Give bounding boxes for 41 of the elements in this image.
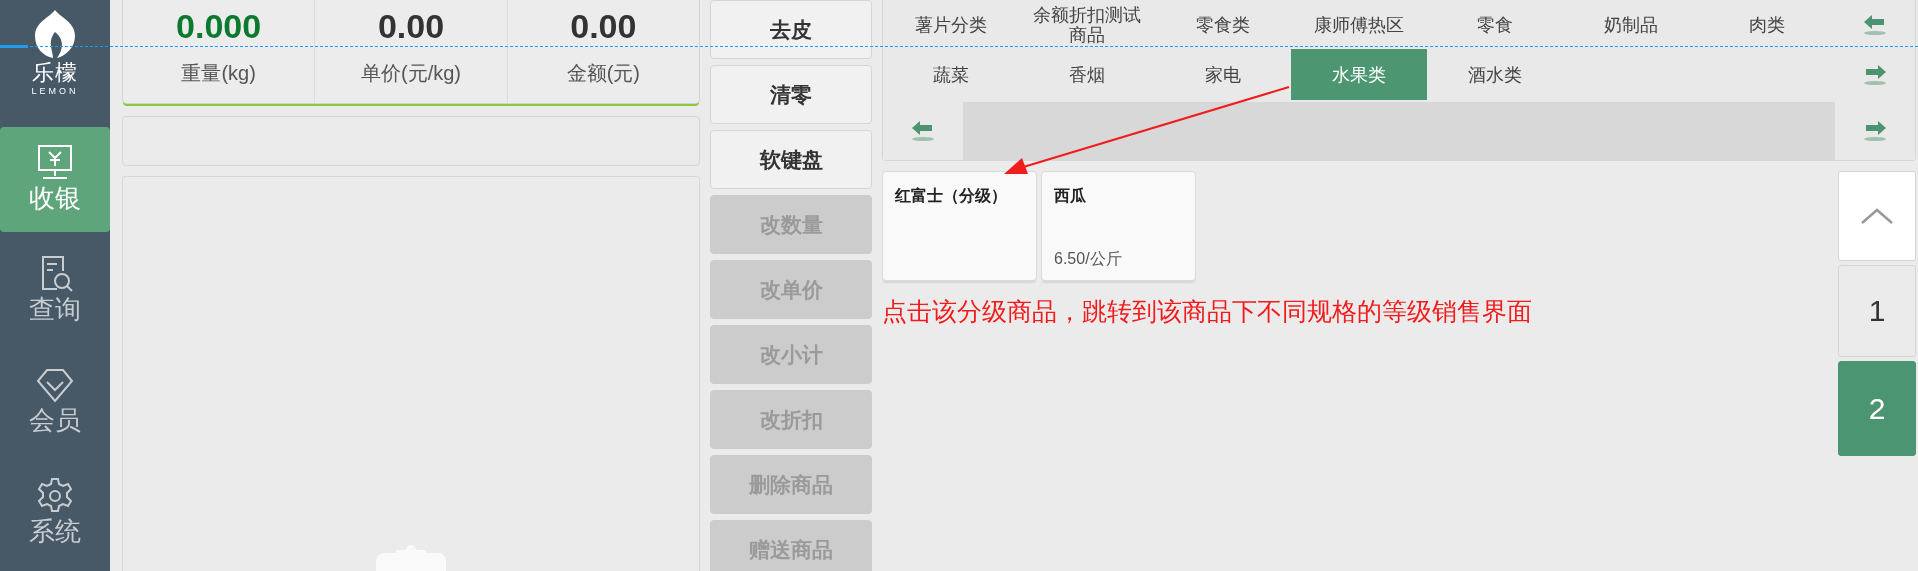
logo-text: 乐檬 xyxy=(32,60,78,86)
diamond-icon xyxy=(35,366,75,405)
scale-value: 0.00 xyxy=(570,6,637,47)
action-button[interactable]: 软键盘 xyxy=(710,130,872,189)
category-tab[interactable]: 零食类 xyxy=(1155,0,1291,49)
category-tab[interactable]: 香烟 xyxy=(1019,49,1155,100)
product-card[interactable]: 红富士（分级） xyxy=(882,171,1037,281)
product-card[interactable]: 西瓜 6.50/公斤 xyxy=(1041,171,1196,281)
nav-item[interactable]: 系统 xyxy=(0,459,110,565)
logo-subtitle: LEMON xyxy=(31,86,79,96)
category-tab[interactable]: 酒水类 xyxy=(1427,49,1563,100)
scale-label: 金额(元) xyxy=(566,61,640,86)
chevron-up-icon xyxy=(1860,207,1894,225)
product-name: 西瓜 xyxy=(1054,186,1087,206)
action-button[interactable]: 去皮 xyxy=(710,0,872,59)
category-tab[interactable]: 家电 xyxy=(1155,49,1291,100)
product-price: 6.50/公斤 xyxy=(1054,249,1123,269)
scale-label: 单价(元/kg) xyxy=(361,61,461,86)
category-tab[interactable]: 奶制品 xyxy=(1563,0,1699,49)
category-tab[interactable]: 余额折扣测试商品 xyxy=(1019,0,1155,49)
left-arrow-icon[interactable] xyxy=(1862,13,1888,36)
category-tab[interactable]: 零食 xyxy=(1427,0,1563,49)
page-button[interactable]: 1 xyxy=(1838,265,1916,357)
product-name: 红富士（分级） xyxy=(895,186,1008,206)
annotation-text: 点击该分级商品，跳转到该商品下不同规格的等级销售界面 xyxy=(882,296,1533,327)
logo-icon xyxy=(33,8,77,60)
scale-label: 重量(kg) xyxy=(181,61,256,86)
nav-item[interactable]: 查询 xyxy=(0,237,110,343)
left-arrow-icon[interactable] xyxy=(910,120,936,142)
right-arrow-icon[interactable] xyxy=(1862,120,1888,142)
category-tab[interactable]: 康师傅热区 xyxy=(1291,0,1427,49)
page-button[interactable]: 2 xyxy=(1838,361,1916,456)
category-tab[interactable]: 蔬菜 xyxy=(883,49,1019,100)
action-button[interactable]: 清零 xyxy=(710,65,872,124)
nav-item[interactable]: 会员 xyxy=(0,348,110,454)
category-tab[interactable]: 水果类 xyxy=(1291,49,1427,100)
category-tab[interactable]: 薯片分类 xyxy=(883,0,1019,49)
right-arrow-icon[interactable] xyxy=(1862,63,1888,86)
scale-value: 0.000 xyxy=(176,6,262,47)
category-tab[interactable]: 肉类 xyxy=(1699,0,1835,49)
scale-value: 0.00 xyxy=(377,6,445,47)
